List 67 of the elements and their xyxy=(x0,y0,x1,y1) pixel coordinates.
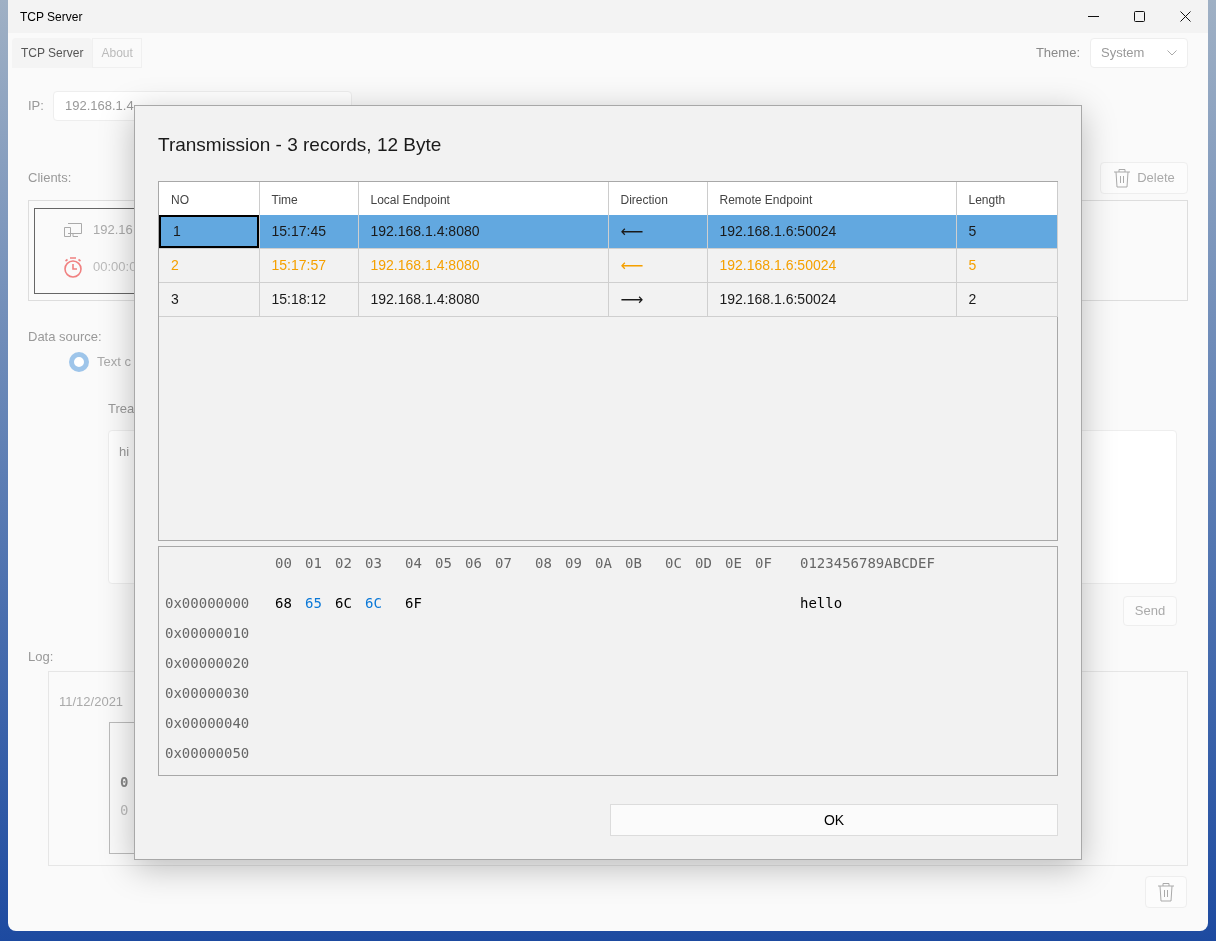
log-timestamp: 11/12/2021 xyxy=(59,693,125,711)
hex-byte: 6C xyxy=(335,594,352,611)
hex-byte: 6C xyxy=(365,594,382,611)
theme-label: Theme: xyxy=(1035,44,1080,63)
table-cell-text: 2 xyxy=(968,290,977,309)
hex-byte: 6F xyxy=(405,594,422,611)
hex-column-header: 0E xyxy=(725,554,742,571)
column-header: Remote Endpoint xyxy=(719,192,813,207)
table-cell-text: 15:17:45 xyxy=(271,222,326,241)
log-line: 0 xyxy=(120,802,129,818)
table-cell-text: 192.168.1.6:50024 xyxy=(719,222,837,241)
hex-column-header: 09 xyxy=(565,554,582,571)
direction-arrow: ⟵ xyxy=(620,220,644,243)
table-cell-text: 192.168.1.4:8080 xyxy=(370,290,480,309)
hex-column-header: 08 xyxy=(535,554,552,571)
hex-byte: 65 xyxy=(305,594,322,611)
hex-column-header: 0F xyxy=(755,554,772,571)
hex-column-header: 05 xyxy=(435,554,452,571)
clients-label: Clients: xyxy=(28,169,72,188)
ip-label: IP: xyxy=(28,97,45,116)
hex-offset: 0x00000040 xyxy=(165,714,250,731)
log-label: Log: xyxy=(28,649,54,665)
direction-arrow: ⟵ xyxy=(620,254,644,277)
radio-label: Text c xyxy=(97,353,131,372)
hex-column-header: 0D xyxy=(695,554,712,571)
window-title: TCP Server xyxy=(20,8,83,26)
table-cell-text: 15:18:12 xyxy=(271,290,326,309)
hex-column-header: 04 xyxy=(405,554,422,571)
hex-column-header: 01 xyxy=(305,554,322,571)
payload-label: Trea xyxy=(108,401,134,417)
client-address: 192.16 xyxy=(93,221,133,240)
hex-column-header: 0C xyxy=(665,554,682,571)
hex-byte: 68 xyxy=(275,594,292,611)
hex-offset: 0x00000050 xyxy=(165,744,250,761)
column-header: Time xyxy=(271,192,298,207)
table-cell-text: 3 xyxy=(170,290,180,309)
hex-column-header: 06 xyxy=(465,554,482,571)
hex-column-header: 07 xyxy=(495,554,512,571)
log-line: 0 xyxy=(120,774,129,790)
payload-text: hi xyxy=(119,444,130,459)
hex-column-header: 02 xyxy=(335,554,352,571)
column-header: Length xyxy=(968,192,1006,207)
hex-column-header: 03 xyxy=(365,554,382,571)
data-source-label: Data source: xyxy=(28,329,102,345)
table-cell-text: 192.168.1.6:50024 xyxy=(719,290,837,309)
table-cell-text: 15:17:57 xyxy=(271,256,326,275)
hex-offset: 0x00000030 xyxy=(165,684,250,701)
column-header: NO xyxy=(171,192,189,207)
hex-column-header: 0B xyxy=(625,554,642,571)
table-cell-text: 2 xyxy=(170,256,180,275)
direction-arrow: ⟶ xyxy=(620,288,644,311)
hex-offset: 0x00000010 xyxy=(165,624,250,641)
hex-offset: 0x00000000 xyxy=(165,594,250,611)
ascii-header: 0123456789ABCDEF xyxy=(800,553,935,573)
table-cell: 1 xyxy=(159,215,259,248)
hex-offset: 0x00000020 xyxy=(165,654,250,671)
table-cell-text: 5 xyxy=(968,256,977,275)
column-header: Direction xyxy=(620,192,668,207)
ascii-text: hello xyxy=(800,593,843,613)
table-cell-text: 192.168.1.6:50024 xyxy=(719,256,837,275)
table-cell-text: 192.168.1.4:8080 xyxy=(370,256,480,275)
table-cell-text: 192.168.1.4:8080 xyxy=(370,222,480,241)
dialog-title: Transmission - 3 records, 12 Byte xyxy=(158,133,443,157)
hex-column-header: 0A xyxy=(595,554,612,571)
column-header: Local Endpoint xyxy=(370,192,450,207)
hex-column-header: 00 xyxy=(275,554,292,571)
table-cell-text: 5 xyxy=(968,222,977,241)
